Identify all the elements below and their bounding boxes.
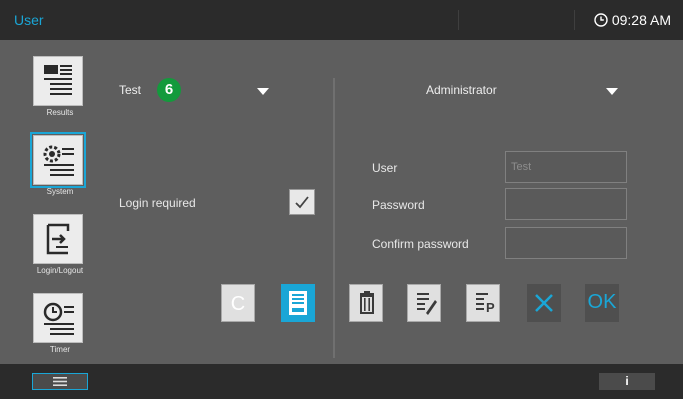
sidebar-item-label: Results bbox=[46, 108, 74, 117]
info-icon: i bbox=[625, 374, 629, 388]
role-select-value: Administrator bbox=[426, 83, 497, 97]
trash-icon bbox=[360, 291, 374, 314]
login-logout-icon bbox=[33, 214, 83, 264]
password-label: Password bbox=[372, 198, 425, 212]
chevron-down-icon bbox=[606, 88, 618, 95]
system-icon bbox=[30, 132, 86, 188]
login-required-checkbox[interactable] bbox=[289, 189, 315, 215]
top-bar: User 09:28 AM bbox=[0, 0, 683, 40]
properties-button[interactable]: P bbox=[466, 284, 500, 322]
save-button[interactable] bbox=[281, 284, 315, 322]
menu-button[interactable] bbox=[32, 373, 88, 390]
timer-icon bbox=[33, 293, 83, 343]
info-button[interactable]: i bbox=[599, 373, 655, 390]
clock-icon bbox=[594, 13, 608, 27]
sidebar-item-label: Login/Logout bbox=[36, 266, 84, 275]
checkmark-icon bbox=[295, 196, 309, 209]
confirm-password-label: Confirm password bbox=[372, 237, 469, 251]
confirm-password-field[interactable] bbox=[505, 227, 627, 259]
password-field[interactable] bbox=[505, 188, 627, 220]
clear-button[interactable]: C bbox=[221, 284, 255, 322]
clock: 09:28 AM bbox=[594, 12, 671, 28]
edit-button[interactable] bbox=[407, 284, 441, 322]
sidebar-item-system[interactable]: System bbox=[27, 131, 93, 203]
svg-text:P: P bbox=[486, 300, 495, 315]
bottom-bar: i bbox=[0, 364, 683, 399]
close-icon bbox=[535, 294, 553, 312]
divider bbox=[458, 10, 459, 30]
sidebar-item-label: Timer bbox=[49, 345, 71, 354]
document-p-icon: P bbox=[476, 293, 495, 315]
user-label: User bbox=[372, 161, 398, 175]
menu-icon bbox=[53, 377, 67, 386]
ok-button[interactable]: OK bbox=[585, 284, 619, 322]
sidebar-item-label: System bbox=[46, 187, 74, 196]
clock-time: 09:28 AM bbox=[611, 12, 671, 28]
divider bbox=[333, 78, 335, 358]
clear-button-label: C bbox=[230, 293, 246, 315]
results-icon bbox=[33, 56, 83, 106]
page-title: User bbox=[14, 12, 44, 28]
save-icon bbox=[289, 291, 307, 315]
user-select-value: Test bbox=[119, 83, 142, 97]
user-field[interactable] bbox=[505, 151, 627, 183]
sidebar-item-timer[interactable]: Timer bbox=[27, 289, 93, 361]
ok-button-label: OK bbox=[587, 291, 617, 313]
user-select[interactable]: Test bbox=[119, 83, 279, 103]
role-select[interactable]: Administrator bbox=[426, 83, 626, 103]
step-badge: 6 bbox=[157, 78, 181, 102]
sidebar-item-login-logout[interactable]: Login/Logout bbox=[27, 210, 93, 282]
divider bbox=[574, 10, 575, 30]
cancel-button[interactable] bbox=[527, 284, 561, 322]
chevron-down-icon bbox=[257, 88, 269, 95]
delete-button[interactable] bbox=[349, 284, 383, 322]
sidebar-item-results[interactable]: Results bbox=[27, 52, 93, 124]
login-required-label: Login required bbox=[119, 196, 196, 210]
edit-icon bbox=[417, 293, 437, 315]
